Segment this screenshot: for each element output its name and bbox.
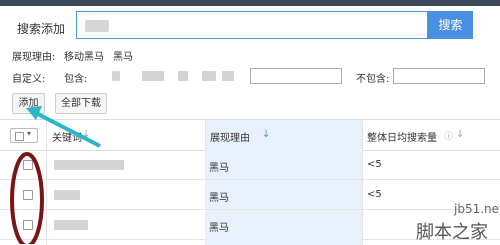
annotation-circle [10,152,44,244]
annotation-arrow [33,110,101,148]
watermark-site: jb51.net [454,202,500,216]
watermark-name: 脚本之家 [416,222,488,243]
annotation-overlay [10,106,101,244]
